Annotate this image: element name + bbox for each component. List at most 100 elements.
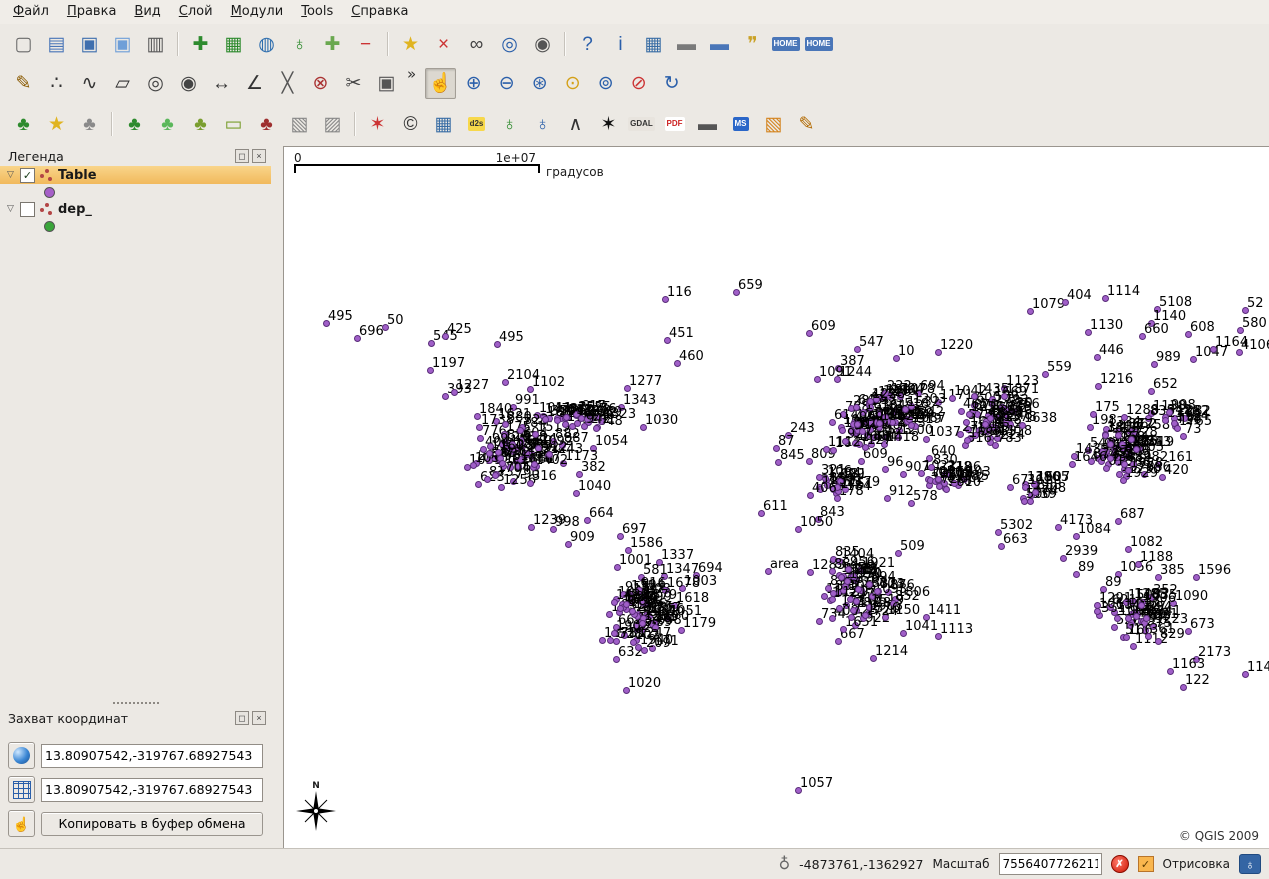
panel-splitter[interactable]	[0, 698, 271, 708]
scale-bar-button[interactable]: ▬	[692, 109, 723, 140]
spit-import-button[interactable]: ▨	[317, 109, 348, 140]
north-arrow-button[interactable]: ✶	[593, 109, 624, 140]
quick-print-button[interactable]: ▧	[758, 109, 789, 140]
wfs-layer-button[interactable]: ▧	[284, 109, 315, 140]
menu-item-edit[interactable]: Правка	[58, 0, 125, 24]
project-properties-button[interactable]: ◎	[494, 29, 525, 60]
attribute-table-button[interactable]: ▦	[638, 29, 669, 60]
add-postgis-layer-button[interactable]: ◍	[251, 29, 282, 60]
projection-tool-button[interactable]: ♁	[527, 109, 558, 140]
grass-edit-button[interactable]: ♣	[8, 109, 39, 140]
menu-item-layer[interactable]: Слой	[170, 0, 222, 24]
geographic-coordinate-input[interactable]	[41, 744, 263, 768]
zoom-to-selection-button[interactable]: ⊙	[557, 68, 588, 99]
measure-line-button[interactable]: ▬	[671, 29, 702, 60]
clear-selection-button[interactable]: ×	[428, 29, 459, 60]
layer-visibility-checkbox[interactable]	[20, 202, 35, 217]
geoprocessing-button[interactable]: ♁	[494, 109, 525, 140]
zoom-in-button[interactable]: ⊕	[458, 68, 489, 99]
expander-icon[interactable]: ▽	[5, 170, 16, 180]
move-feature-button[interactable]: ↔	[206, 68, 237, 99]
split-features-button[interactable]: ╳	[272, 68, 303, 99]
capture-line-button[interactable]: ∿	[74, 68, 105, 99]
zoom-to-layer-button[interactable]: ⊚	[590, 68, 621, 99]
grass-close-mapset-button[interactable]: ♣	[251, 109, 282, 140]
copy-features-button[interactable]: ▣	[371, 68, 402, 99]
refresh-map-button[interactable]: ↻	[656, 68, 687, 99]
legend-close-button[interactable]: ×	[252, 149, 266, 163]
home-1-button[interactable]: HOME	[770, 29, 801, 60]
bookmark-plugin-button[interactable]: ★	[41, 109, 72, 140]
layer-visibility-checkbox[interactable]: ✓	[20, 168, 35, 183]
ring-tool-button[interactable]: ◎	[140, 68, 171, 99]
copyright-label-button[interactable]: ©	[395, 109, 426, 140]
print-button[interactable]: ▥	[140, 29, 171, 60]
gdal-tools-button[interactable]: GDAL	[626, 109, 657, 140]
grass-new-mapset-button[interactable]: ♣	[152, 109, 183, 140]
geographic-crs-button[interactable]	[8, 742, 35, 769]
new-bookmark-button[interactable]: ★	[395, 29, 426, 60]
stop-render-button[interactable]: ✗	[1111, 855, 1129, 873]
cut-features-button[interactable]: ✂	[338, 68, 369, 99]
zoom-out-button[interactable]: ⊖	[491, 68, 522, 99]
projected-coordinate-input[interactable]	[41, 778, 263, 802]
menu-item-file[interactable]: Файл	[4, 0, 58, 24]
save-project-button[interactable]: ▣	[74, 29, 105, 60]
copy-to-clipboard-button[interactable]: Копировать в буфер обмена	[41, 812, 263, 836]
export-pdf-button[interactable]: PDF	[659, 109, 690, 140]
legend-layer-dep[interactable]: ▽ dep_	[0, 200, 271, 218]
dxf2shp-converter-button[interactable]: ✶	[362, 109, 393, 140]
crs-status-button[interactable]: ♁	[1239, 854, 1261, 874]
coordinate-capture-close-button[interactable]: ×	[252, 711, 266, 725]
graticule-builder-button[interactable]: ▦	[428, 109, 459, 140]
expander-icon[interactable]: ▽	[5, 204, 16, 214]
d2s-plugin-button[interactable]: d2s	[461, 109, 492, 140]
home-2-button[interactable]: HOME	[803, 29, 834, 60]
show-all-layers-button[interactable]: ◉	[527, 29, 558, 60]
delete-selected-button[interactable]: ⊗	[305, 68, 336, 99]
fill-ring-tool-button[interactable]: ◉	[173, 68, 204, 99]
zoom-full-button[interactable]: ⊛	[524, 68, 555, 99]
menu-item-help[interactable]: Справка	[342, 0, 417, 24]
new-vector-layer-button[interactable]: ✚	[317, 29, 348, 60]
grass-open-mapset-button[interactable]: ♣	[119, 109, 150, 140]
grass-edit-region-button[interactable]: ▭	[218, 109, 249, 140]
add-wms-layer-button[interactable]: ♁	[284, 29, 315, 60]
whats-this-button[interactable]: ?	[572, 29, 603, 60]
new-project-button[interactable]: ▢	[8, 29, 39, 60]
identify-features-button[interactable]: i	[605, 29, 636, 60]
render-checkbox[interactable]: ✓	[1138, 856, 1154, 872]
show-bookmarks-button[interactable]: ∞	[461, 29, 492, 60]
menu-item-plugins[interactable]: Модули	[222, 0, 293, 24]
open-project-button[interactable]: ▤	[41, 29, 72, 60]
projected-crs-button[interactable]	[8, 776, 35, 803]
reshape-features-button[interactable]: ∠	[239, 68, 270, 99]
splitter-grip[interactable]	[113, 702, 159, 704]
scale-input[interactable]	[999, 853, 1102, 875]
zoom-last-button[interactable]: ⊘	[623, 68, 654, 99]
remove-layer-button[interactable]: −	[350, 29, 381, 60]
terrain-profile-button[interactable]: ∧	[560, 109, 591, 140]
pan-map-button[interactable]: ☝	[425, 68, 456, 99]
coordinate-capture-float-button[interactable]: ◻	[235, 711, 249, 725]
capture-point-button[interactable]: ∴	[41, 68, 72, 99]
add-raster-layer-button[interactable]: ▦	[218, 29, 249, 60]
measure-area-button[interactable]: ▬	[704, 29, 735, 60]
legend-float-button[interactable]: ◻	[235, 149, 249, 163]
toolbar-overflow-chevron[interactable]: »	[407, 64, 416, 83]
panel-map-splitter[interactable]	[271, 146, 283, 849]
map-tips-button[interactable]: ❞	[737, 29, 768, 60]
track-mouse-button[interactable]: ☝	[8, 810, 35, 837]
map-canvas[interactable]: 1166594956965054542549511973931227210411…	[283, 146, 1269, 849]
annotation-tool-button[interactable]: ✎	[791, 109, 822, 140]
grass-tools-button[interactable]: ♣	[185, 109, 216, 140]
menu-item-tools[interactable]: Tools	[292, 0, 342, 24]
legend-layer-table[interactable]: ▽ ✓ Table	[0, 166, 271, 184]
grass-shell-button[interactable]: ♣	[74, 109, 105, 140]
save-project-as-button[interactable]: ▣	[107, 29, 138, 60]
add-vector-layer-button[interactable]: ✚	[185, 29, 216, 60]
capture-polygon-button[interactable]: ▱	[107, 68, 138, 99]
toggle-editing-button[interactable]: ✎	[8, 68, 39, 99]
mapserver-export-button[interactable]: MS	[725, 109, 756, 140]
menu-item-view[interactable]: Вид	[125, 0, 169, 24]
